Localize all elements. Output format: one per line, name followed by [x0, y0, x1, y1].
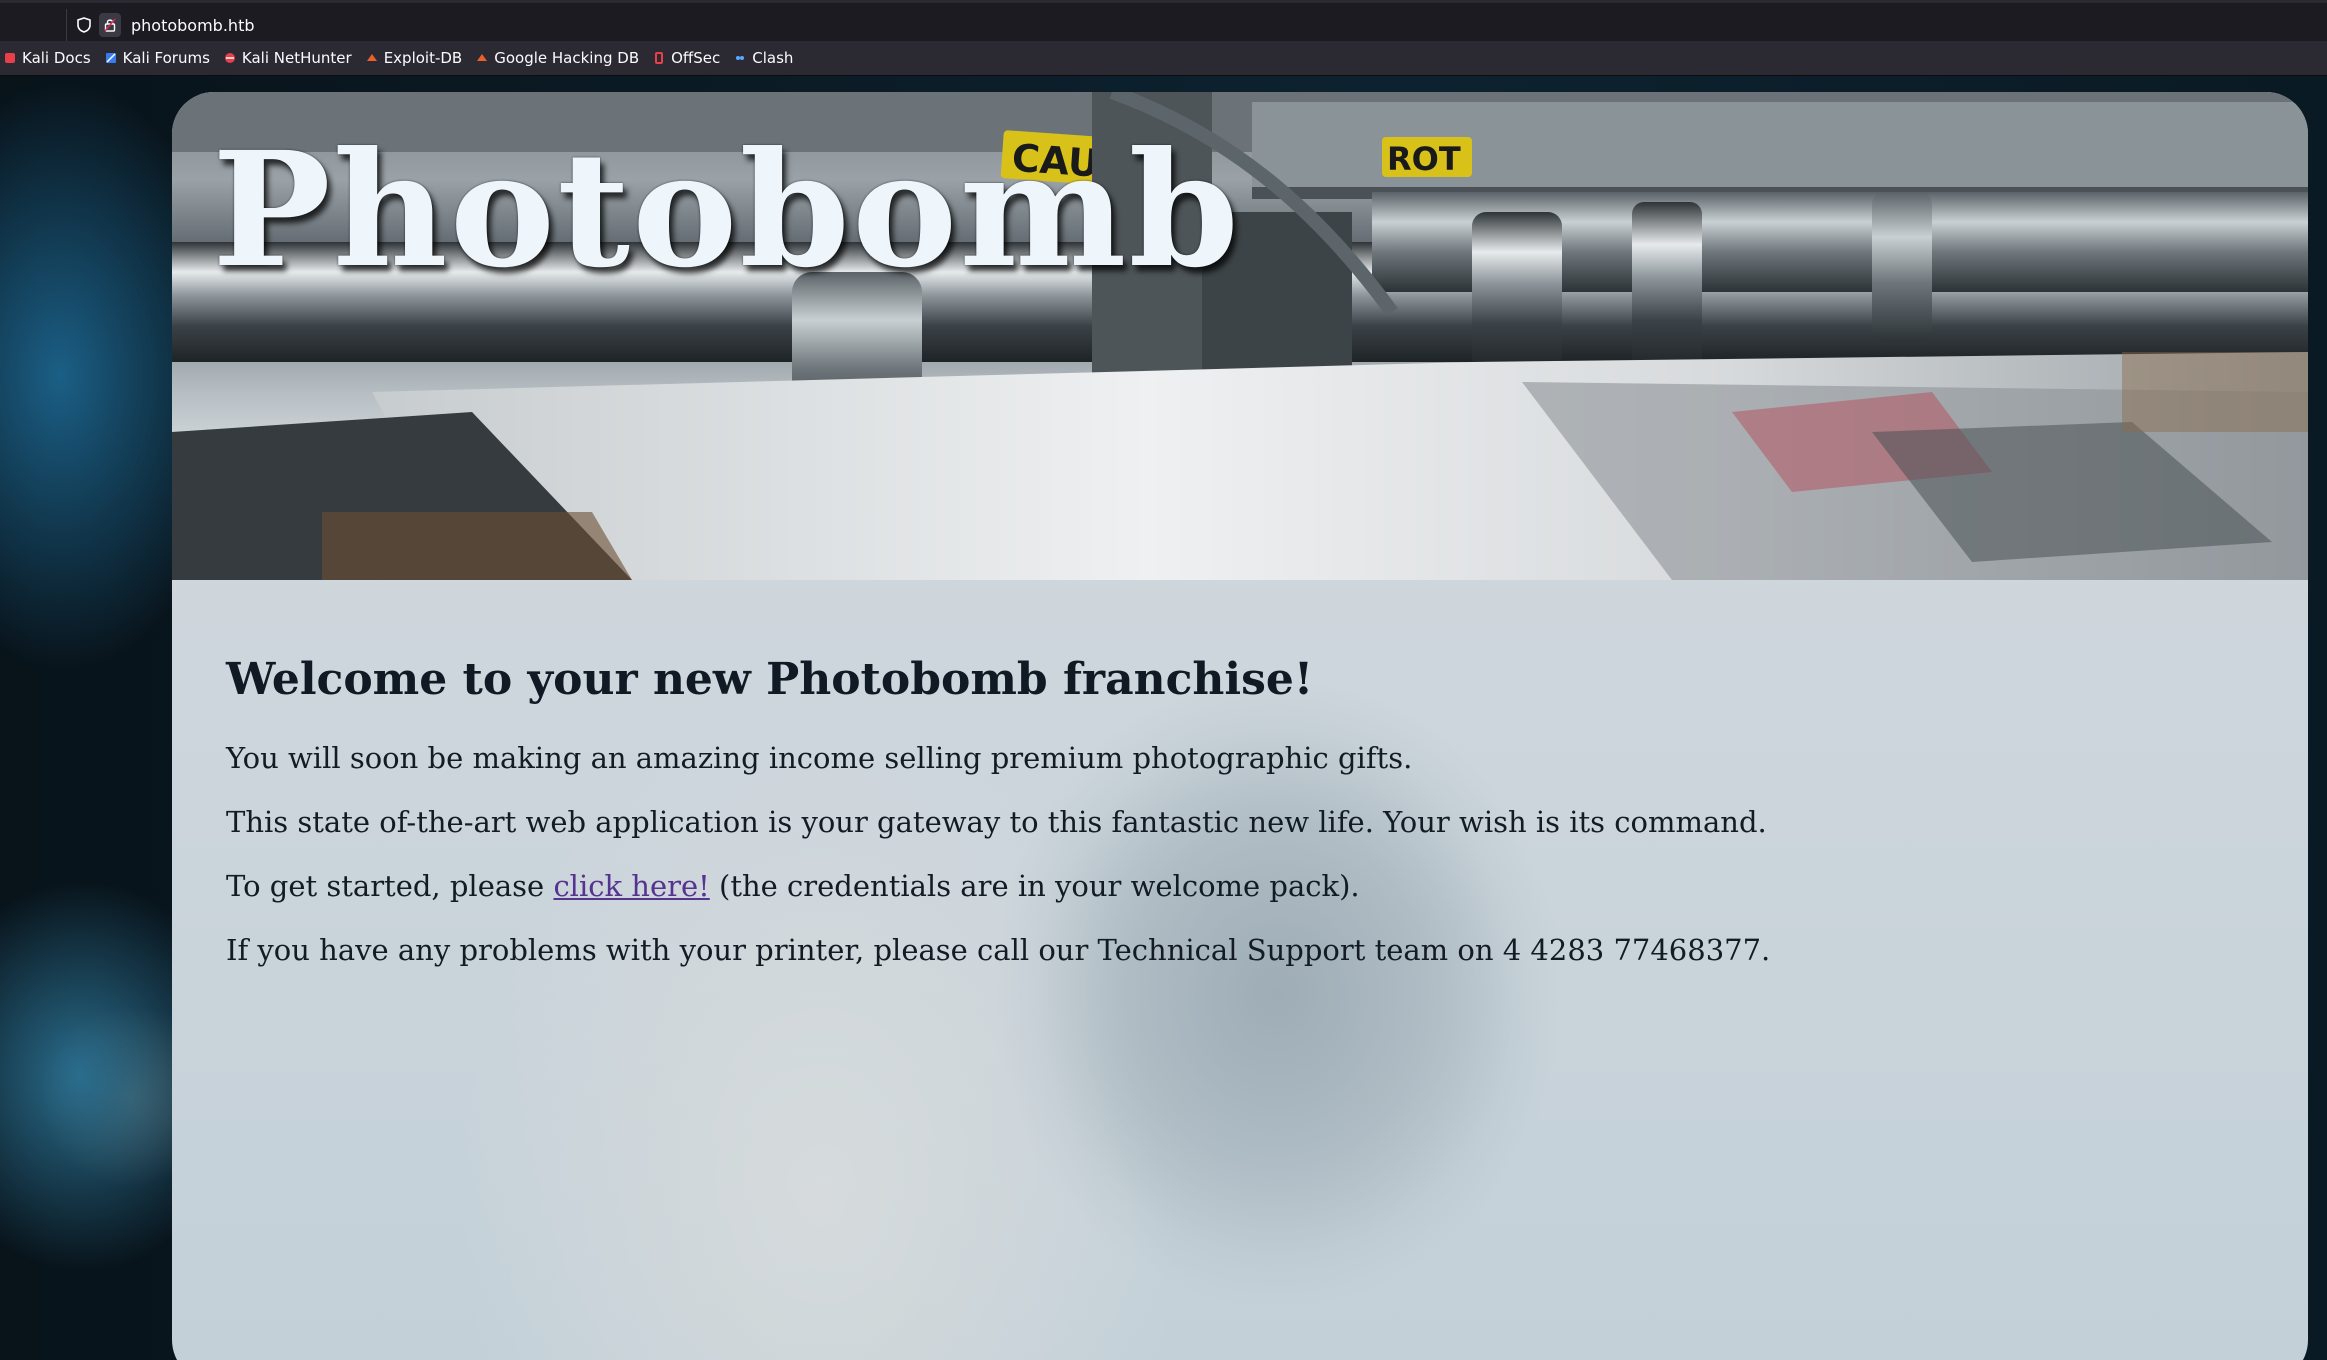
bookmark-label: Clash	[752, 49, 794, 67]
bookmark-label: Kali Docs	[22, 49, 91, 67]
bookmark-label: OffSec	[671, 49, 721, 67]
bookmark-offsec[interactable]: OffSec	[653, 49, 720, 67]
bookmark-clash[interactable]: Clash	[734, 49, 793, 67]
address-bar[interactable]: photobomb.htb	[66, 9, 2327, 41]
offsec-icon	[653, 52, 665, 64]
bookmark-google-hacking-db[interactable]: Google Hacking DB	[476, 49, 639, 67]
bookmark-exploit-db[interactable]: Exploit-DB	[366, 49, 463, 67]
site-title: Photobomb	[212, 118, 1241, 303]
bookmark-label: Google Hacking DB	[494, 49, 640, 67]
bookmark-kali-nethunter[interactable]: Kali NetHunter	[224, 49, 352, 67]
url-text[interactable]: photobomb.htb	[131, 16, 255, 35]
bookmark-label: Kali Forums	[122, 49, 210, 67]
kali-nethunter-icon	[224, 52, 236, 64]
kali-forums-icon	[105, 52, 117, 64]
welcome-heading: Welcome to your new Photobomb franchise!	[226, 654, 1314, 705]
bookmark-label: Exploit-DB	[383, 49, 463, 67]
bookmark-kali-forums[interactable]: Kali Forums	[105, 49, 210, 67]
kali-docs-icon	[4, 52, 16, 64]
header-banner-image: CAUTIO ROT Photobomb	[172, 92, 2308, 580]
google-hacking-db-icon	[476, 52, 488, 64]
get-started-paragraph: To get started, please click here! (the …	[226, 865, 2226, 907]
exploit-db-icon	[366, 52, 378, 64]
click-here-link[interactable]: click here!	[553, 869, 709, 903]
main-content: Welcome to your new Photobomb franchise!…	[226, 652, 2226, 993]
tracking-protection-shield-icon[interactable]	[77, 17, 91, 33]
gateway-paragraph: This state of-the-art web application is…	[226, 805, 1767, 839]
bookmark-kali-docs[interactable]: Kali Docs	[4, 49, 91, 67]
site-permissions-lock-icon[interactable]	[99, 13, 121, 37]
browser-toolbar: photobomb.htb	[0, 0, 2327, 41]
credentials-note: (the credentials are in your welcome pac…	[709, 869, 1360, 903]
support-paragraph: If you have any problems with your print…	[226, 933, 1771, 967]
bookmark-label: Kali NetHunter	[241, 49, 352, 67]
get-started-text: To get started, please	[226, 869, 554, 903]
content-card: CAUTIO ROT Photobomb Welcome to your new…	[172, 92, 2308, 1360]
svg-text:ROT: ROT	[1387, 140, 1461, 178]
bookmarks-toolbar: Kali Docs Kali Forums Kali NetHunter Exp…	[0, 41, 2327, 76]
intro-paragraph: You will soon be making an amazing incom…	[226, 741, 1413, 775]
clash-icon	[734, 52, 746, 64]
page-viewport: CAUTIO ROT Photobomb Welcome to your new…	[0, 76, 2327, 1360]
